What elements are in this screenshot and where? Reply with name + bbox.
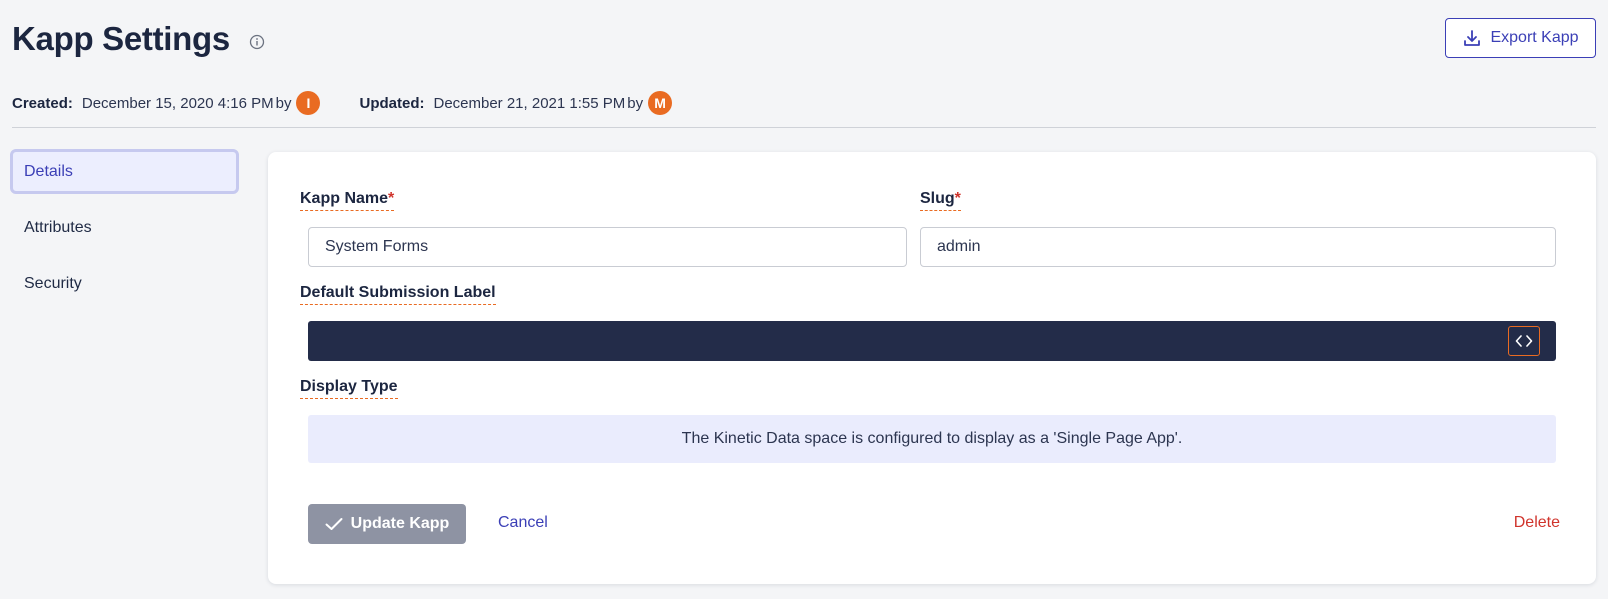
- kapp-meta: Created: December 15, 2020 4:16 PM by I …: [12, 90, 673, 116]
- created-value: December 15, 2020 4:16 PM: [81, 94, 274, 112]
- display-type-label: Display Type: [300, 378, 398, 399]
- settings-sidebar: Details Attributes Security: [10, 149, 239, 317]
- cancel-button[interactable]: Cancel: [498, 514, 548, 532]
- code-icon: [1515, 335, 1533, 347]
- required-mark: *: [954, 190, 961, 207]
- kapp-name-label: Kapp Name*: [300, 190, 395, 211]
- updated-by-word: by: [627, 94, 644, 112]
- updated-by-avatar[interactable]: M: [648, 91, 673, 115]
- default-submission-label-label: Default Submission Label: [300, 284, 496, 305]
- page-title: Kapp Settings: [12, 20, 230, 57]
- update-kapp-button[interactable]: Update Kapp: [308, 504, 466, 544]
- updated-label: Updated:: [359, 94, 425, 112]
- sidebar-item-details[interactable]: Details: [10, 149, 239, 194]
- info-icon[interactable]: [249, 34, 265, 50]
- slug-label: Slug*: [920, 190, 961, 211]
- required-mark: *: [388, 190, 395, 207]
- sidebar-item-security[interactable]: Security: [10, 261, 239, 306]
- details-form-card: Kapp Name* System Forms Slug* admin Defa…: [268, 152, 1596, 584]
- sidebar-item-attributes[interactable]: Attributes: [10, 205, 239, 250]
- export-kapp-label: Export Kapp: [1490, 29, 1579, 46]
- delete-button[interactable]: Delete: [1514, 514, 1560, 532]
- kapp-settings-page: Kapp Settings Export Kapp Created: Decem…: [0, 0, 1608, 599]
- export-kapp-button[interactable]: Export Kapp: [1445, 18, 1596, 58]
- created-label: Created:: [12, 94, 73, 112]
- kapp-name-input[interactable]: System Forms: [308, 227, 907, 267]
- display-type-notice: The Kinetic Data space is configured to …: [308, 415, 1556, 463]
- update-kapp-label: Update Kapp: [350, 515, 450, 532]
- download-icon: [1464, 30, 1481, 46]
- code-toggle-button[interactable]: [1508, 326, 1540, 356]
- created-by-avatar[interactable]: I: [296, 91, 321, 115]
- created-by-word: by: [275, 94, 292, 112]
- slug-input[interactable]: admin: [920, 227, 1556, 267]
- header-divider: [12, 127, 1596, 128]
- default-submission-label-editor[interactable]: [308, 321, 1556, 361]
- check-icon: [325, 518, 343, 530]
- page-header: Kapp Settings Export Kapp: [12, 18, 1596, 62]
- updated-value: December 21, 2021 1:55 PM: [433, 94, 626, 112]
